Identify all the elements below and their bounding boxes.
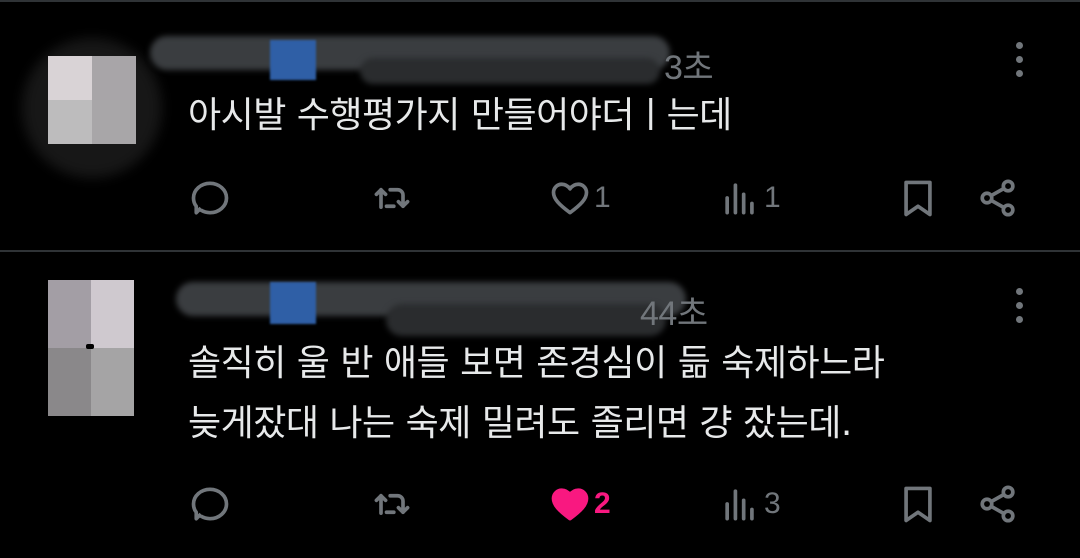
views-icon: [725, 489, 754, 521]
retweet-icon: [374, 187, 410, 209]
share-button[interactable]: [976, 176, 1020, 220]
bookmark-button[interactable]: [896, 176, 940, 220]
share-icon: [980, 179, 1015, 217]
like-count: 1: [594, 181, 611, 214]
tweet-2[interactable]: 44초 솔직히 울 반 애들 보면 존경심이 듦 숙제하느라 늦게잤대 나는 숙…: [0, 252, 1080, 558]
handle-redacted: [386, 304, 666, 336]
tweet-time[interactable]: 44초: [640, 286, 708, 335]
tweet-time[interactable]: 3초: [664, 40, 714, 89]
view-count: 3: [764, 487, 781, 520]
redaction-blue: [270, 282, 316, 324]
views-button[interactable]: 3: [718, 482, 781, 526]
like-count: 2: [594, 487, 611, 520]
tweet-text: 솔직히 울 반 애들 보면 존경심이 듦 숙제하느라 늦게잤대 나는 숙제 밀려…: [188, 334, 885, 454]
like-button[interactable]: 2: [548, 482, 611, 526]
reply-button[interactable]: [188, 176, 234, 220]
like-button[interactable]: 1: [548, 176, 611, 220]
redaction-blue: [270, 40, 316, 80]
tweet-text-line: 늦게잤대 나는 숙제 밀려도 졸리면 걍 잤는데.: [188, 403, 852, 444]
views-button[interactable]: 1: [718, 176, 781, 220]
tweet-text: 아시발 수행평가지 만들어야더ㅣ는데: [188, 86, 732, 146]
avatar[interactable]: [48, 56, 136, 144]
bookmark-icon: [904, 180, 932, 217]
views-icon: [725, 183, 754, 215]
handle-redacted: [360, 58, 660, 84]
like-icon: [551, 488, 589, 521]
like-icon: [551, 182, 589, 215]
retweet-button[interactable]: [370, 482, 416, 526]
more-icon[interactable]: [1012, 288, 1026, 330]
reply-icon: [191, 487, 229, 521]
tweet-text-line: 솔직히 울 반 애들 보면 존경심이 듦 숙제하느라: [188, 343, 885, 384]
share-icon: [980, 485, 1015, 523]
reply-icon: [191, 181, 229, 215]
retweet-icon: [374, 493, 410, 515]
bookmark-button[interactable]: [896, 482, 940, 526]
tweet-1[interactable]: 3초 아시발 수행평가지 만들어야더ㅣ는데 1 1: [0, 0, 1080, 250]
tweet-text-line: 아시발 수행평가지 만들어야더ㅣ는데: [188, 95, 732, 136]
retweet-button[interactable]: [370, 176, 416, 220]
bookmark-icon: [904, 486, 932, 523]
avatar-mark: [86, 344, 94, 349]
view-count: 1: [764, 181, 781, 214]
reply-button[interactable]: [188, 482, 234, 526]
more-icon[interactable]: [1012, 42, 1026, 84]
share-button[interactable]: [976, 482, 1020, 526]
